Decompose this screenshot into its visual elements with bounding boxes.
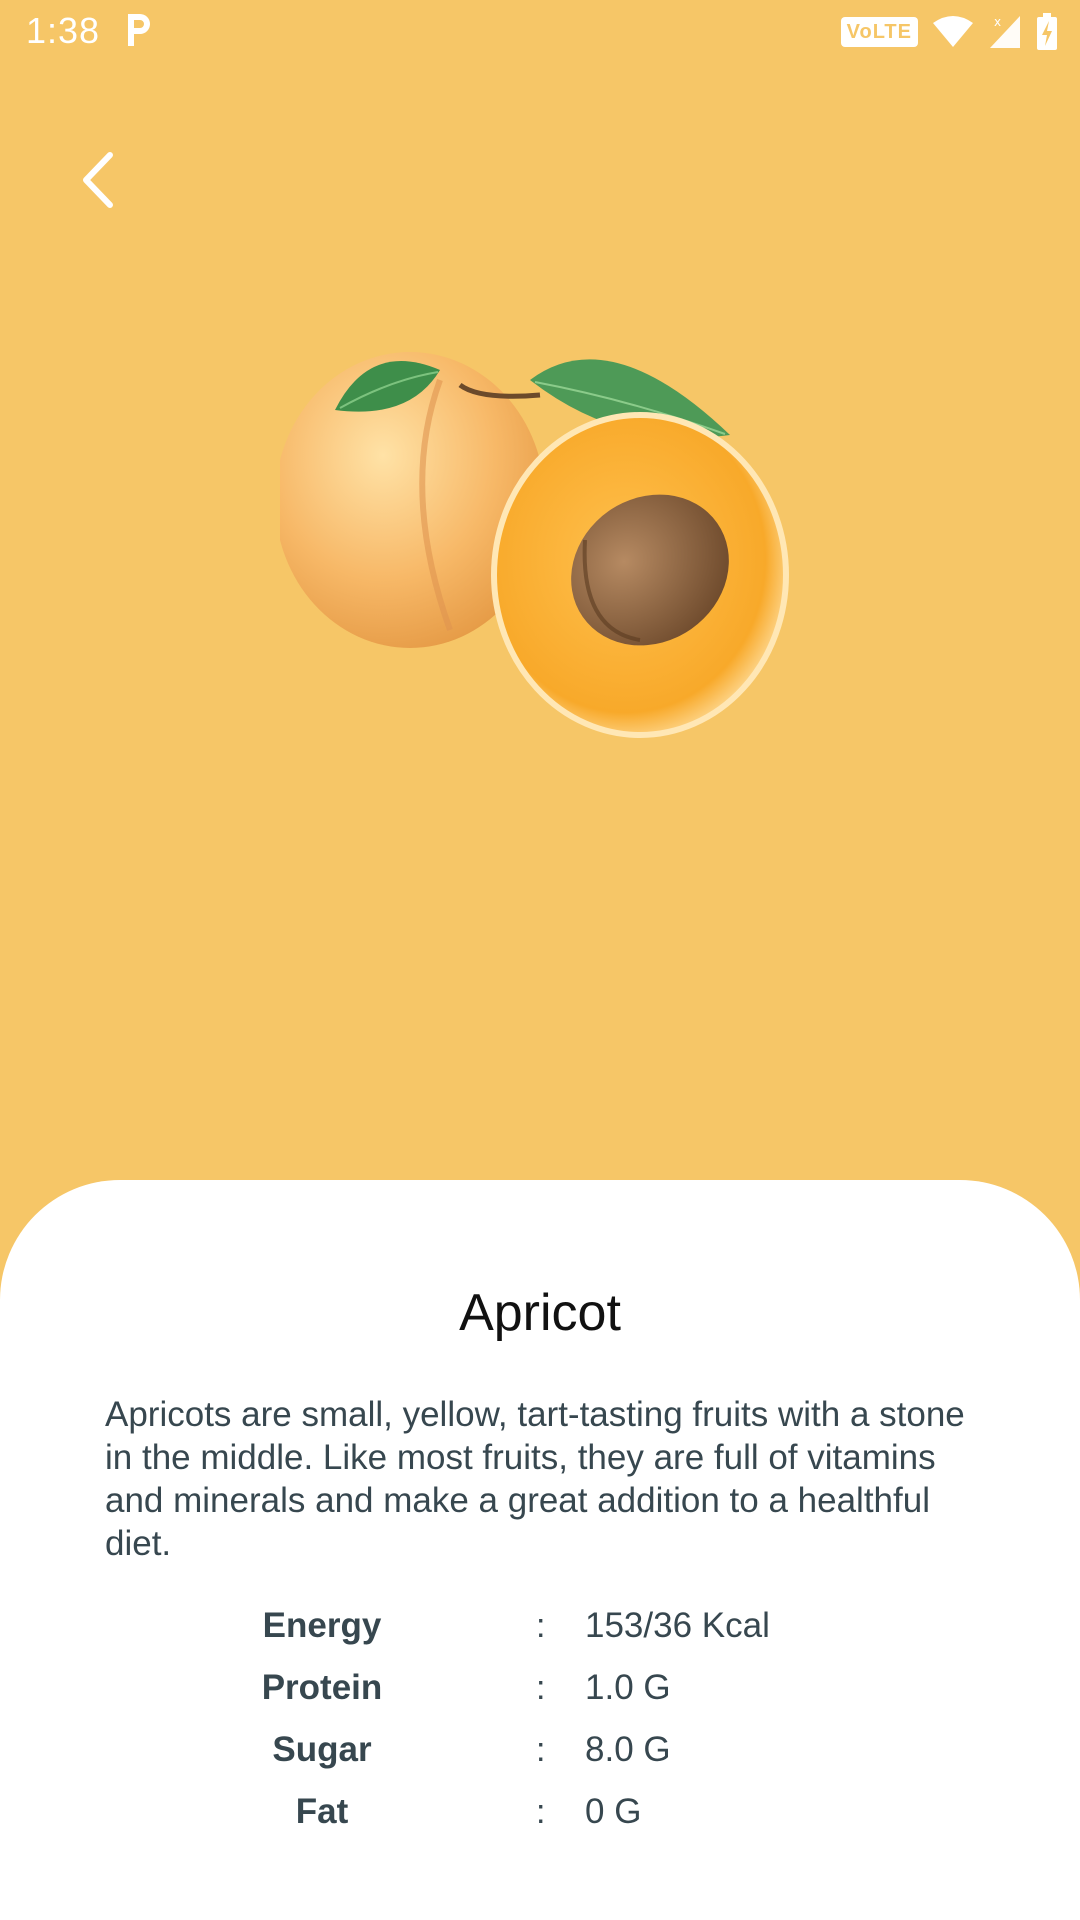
status-time: 1:38 — [26, 10, 101, 51]
nutrition-separator: : — [536, 1607, 546, 1645]
fruit-description: Apricots are small, yellow, tart-tasting… — [105, 1395, 965, 1563]
nutrition-row-energy: Energy : 153/36 Kcal — [0, 1595, 1080, 1657]
nutrition-row-protein: Protein : 1.0 G — [0, 1657, 1080, 1719]
chevron-left-icon — [83, 152, 113, 208]
nutrition-label: Energy — [262, 1606, 382, 1645]
wifi-icon — [933, 16, 973, 47]
status-icons: VoLTE x — [840, 12, 1058, 52]
nutrition-value: 1.0 G — [585, 1668, 671, 1707]
nutrition-table: Energy : 153/36 Kcal Protein : 1.0 G Sug… — [0, 1595, 1080, 1843]
nutrition-label: Protein — [261, 1668, 383, 1707]
nutrition-value: 153/36 Kcal — [585, 1606, 770, 1645]
nutrition-separator: : — [536, 1731, 546, 1769]
nutrition-label: Sugar — [272, 1730, 372, 1769]
apricot-image — [280, 352, 789, 738]
nutrition-row-sugar: Sugar : 8.0 G — [0, 1719, 1080, 1781]
battery-charging-icon — [1037, 13, 1057, 50]
nutrition-value: 0 G — [585, 1792, 642, 1831]
volte-badge: VoLTE — [840, 17, 918, 47]
back-button[interactable] — [70, 140, 130, 220]
nutrition-value: 8.0 G — [585, 1730, 671, 1769]
status-bar: 1:38 VoLTE x — [0, 0, 1080, 64]
fruit-title: Apricot — [459, 1283, 621, 1342]
nutrition-separator: : — [536, 1793, 546, 1831]
signal-icon: x — [990, 15, 1020, 48]
nutrition-separator: : — [536, 1669, 546, 1707]
p-icon — [128, 14, 150, 46]
nutrition-label: Fat — [295, 1792, 349, 1831]
nutrition-row-fat: Fat : 0 G — [0, 1781, 1080, 1843]
svg-text:x: x — [994, 15, 1001, 29]
